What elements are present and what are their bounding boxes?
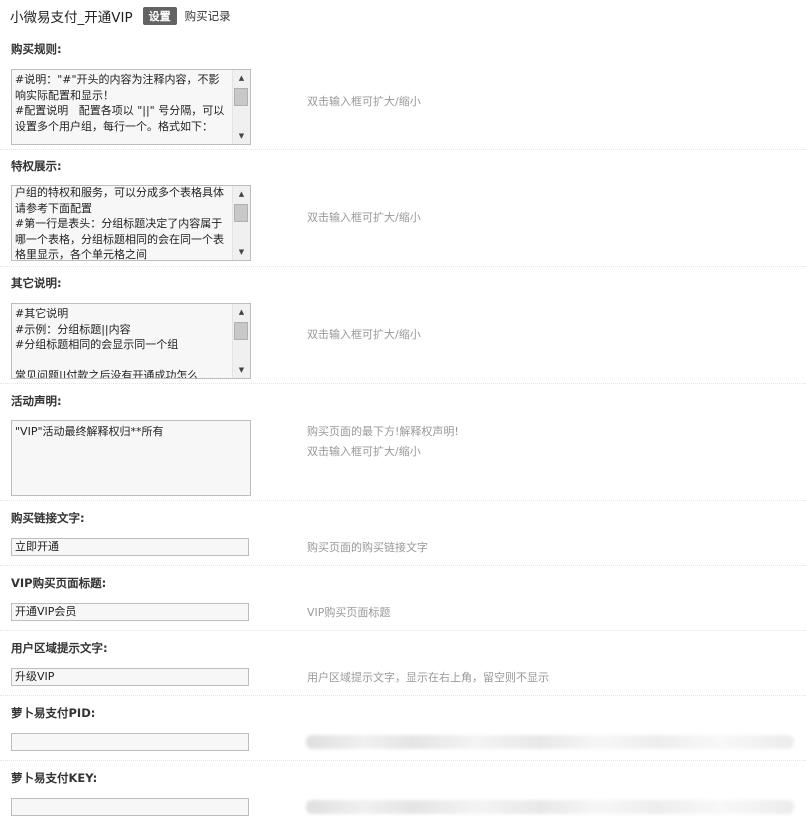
scroll-up-icon[interactable]: ▲ (233, 305, 250, 319)
privilege-scrollbar[interactable]: ▲ ▼ (232, 186, 250, 260)
vip-title-label: VIP购买页面标题: (11, 576, 107, 590)
user-hint-hint: 用户区域提示文字，显示在右上角，留空则不显示 (307, 671, 549, 684)
activity-hint-2: 双击输入框可扩大/缩小 (307, 445, 421, 458)
buy-link-hint: 购买页面的购买链接文字 (307, 541, 428, 554)
activity-hint-1: 购买页面的最下方!解释权声明! (307, 425, 459, 438)
privilege-textarea[interactable]: 户组的特权和服务，可以分成多个表格具体请参考下面配置 #第一行是表头：分组标题决… (11, 185, 251, 261)
user-hint-label: 用户区域提示文字: (11, 641, 108, 655)
vip-title-input[interactable]: 开通VIP会员 (11, 603, 249, 621)
privilege-textarea-text: 户组的特权和服务，可以分成多个表格具体请参考下面配置 #第一行是表头：分组标题决… (15, 186, 224, 261)
divider (0, 149, 806, 150)
divider (0, 630, 806, 631)
key-label: 萝卜易支付KEY: (11, 771, 98, 785)
rules-hint: 双击输入框可扩大/缩小 (307, 95, 421, 108)
other-scrollbar[interactable]: ▲ ▼ (232, 304, 250, 378)
divider (0, 695, 806, 696)
scroll-down-icon[interactable]: ▼ (233, 363, 250, 377)
scroll-down-icon[interactable]: ▼ (233, 245, 250, 259)
activity-label: 活动声明: (11, 394, 62, 408)
divider (0, 383, 806, 384)
other-hint: 双击输入框可扩大/缩小 (307, 328, 421, 341)
other-label: 其它说明: (11, 276, 62, 290)
other-textarea-text: #其它说明 #示例：分组标题||内容 #分组标题相同的会显示同一个组 常见问题|… (15, 307, 199, 379)
divider (0, 266, 806, 267)
activity-textarea[interactable]: "VIP"活动最终解释权归**所有 (11, 420, 251, 496)
scroll-down-icon[interactable]: ▼ (233, 129, 250, 143)
scroll-up-icon[interactable]: ▲ (233, 187, 250, 201)
privilege-hint: 双击输入框可扩大/缩小 (307, 211, 421, 224)
scroll-thumb[interactable] (234, 204, 248, 222)
buy-link-input[interactable]: 立即开通 (11, 538, 249, 556)
buy-link-label: 购买链接文字: (11, 511, 85, 525)
rules-scrollbar[interactable]: ▲ ▼ (232, 70, 250, 144)
tab-settings[interactable]: 设置 (142, 7, 177, 25)
rules-textarea[interactable]: #说明："#"开头的内容为注释内容，不影响实际配置和显示！ #配置说明 配置各项… (11, 69, 251, 145)
divider (0, 565, 806, 566)
activity-textarea-text: "VIP"活动最终解释权归**所有 (15, 425, 164, 438)
scroll-up-icon[interactable]: ▲ (233, 71, 250, 85)
divider (0, 760, 806, 761)
rules-label: 购买规则: (11, 42, 62, 56)
user-hint-input[interactable]: 升级VIP (11, 668, 249, 686)
other-textarea[interactable]: #其它说明 #示例：分组标题||内容 #分组标题相同的会显示同一个组 常见问题|… (11, 303, 251, 379)
rules-textarea-text: #说明："#"开头的内容为注释内容，不影响实际配置和显示！ #配置说明 配置各项… (15, 73, 225, 133)
header: 小微易支付_开通VIP 设置 购买记录 (10, 5, 231, 27)
tab-purchase-records[interactable]: 购买记录 (185, 8, 231, 24)
page-title: 小微易支付_开通VIP (10, 10, 133, 26)
pid-label: 萝卜易支付PID: (11, 706, 96, 720)
scroll-thumb[interactable] (234, 322, 248, 340)
privilege-label: 特权展示: (11, 159, 62, 173)
key-input[interactable] (11, 798, 249, 816)
pid-hint-redacted (306, 735, 794, 749)
scroll-thumb[interactable] (234, 88, 248, 106)
pid-input[interactable] (11, 733, 249, 751)
vip-title-hint: VIP购买页面标题 (307, 606, 391, 619)
key-hint-redacted (306, 800, 794, 814)
divider (0, 500, 806, 501)
